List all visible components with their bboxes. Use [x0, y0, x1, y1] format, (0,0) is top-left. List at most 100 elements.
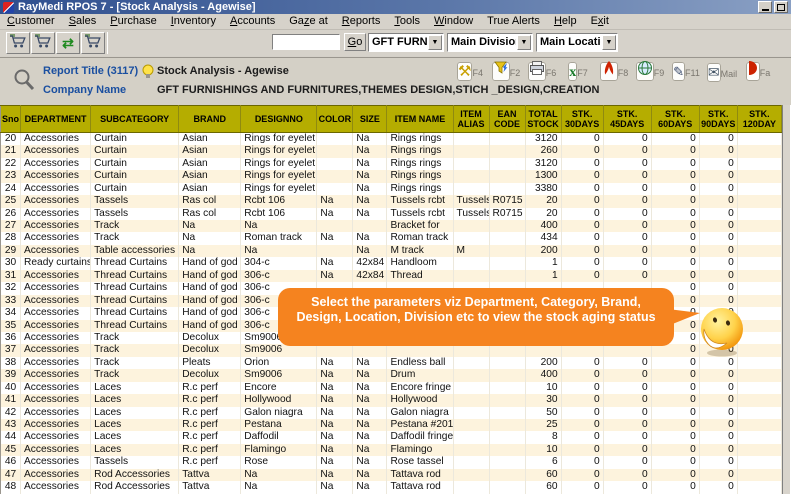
- go-button[interactable]: Go: [344, 33, 366, 51]
- table-row[interactable]: 30Ready curtainsThread CurtainsHand of g…: [1, 257, 782, 269]
- table-row[interactable]: 31AccessoriesThread CurtainsHand of god3…: [1, 270, 782, 282]
- cell-stk-60days: 0: [651, 133, 699, 146]
- menu-item-help[interactable]: Help: [547, 14, 584, 29]
- action-f8[interactable]: F8: [596, 60, 632, 104]
- column-header-stk-30days[interactable]: STK. 30DAYS: [561, 106, 603, 133]
- column-header-subcategory[interactable]: SUBCATEGORY: [91, 106, 179, 133]
- table-row[interactable]: 48AccessoriesRod AccessoriesTattvaNaNaNa…: [1, 481, 782, 493]
- table-row[interactable]: 40AccessoriesLacesR.c perfEncoreNaNaEnco…: [1, 382, 782, 394]
- column-header-stk-45days[interactable]: STK. 45DAYS: [603, 106, 651, 133]
- column-header-stk-90days[interactable]: STK. 90DAYS: [699, 106, 737, 133]
- minimize-button[interactable]: [758, 1, 772, 13]
- cell-total-stock: 3380: [525, 183, 561, 195]
- action-f11[interactable]: ✎F11: [668, 60, 704, 104]
- cell-designno: Orion: [241, 357, 317, 369]
- menu-item-accounts[interactable]: Accounts: [223, 14, 282, 29]
- table-row[interactable]: 28AccessoriesTrackNaRoman trackNaNaRoman…: [1, 232, 782, 244]
- company-select[interactable]: GFT FURNISHINGS▼: [368, 33, 444, 52]
- cell-sno: 35: [1, 320, 21, 332]
- menu-item-exit[interactable]: Exit: [584, 14, 616, 29]
- table-row[interactable]: 23AccessoriesCurtainAsianRings for eyele…: [1, 170, 782, 182]
- action-mail[interactable]: ✉Mail: [704, 60, 740, 104]
- table-row[interactable]: 25AccessoriesTasselsRas colRcbt 106NaNaT…: [1, 195, 782, 207]
- column-header-stk-120day[interactable]: STK. 120DAY: [737, 106, 781, 133]
- cell-total-stock: 60: [525, 481, 561, 493]
- menu-item-customer[interactable]: Customer: [0, 14, 62, 29]
- vertical-scrollbar[interactable]: [782, 105, 791, 494]
- table-row[interactable]: 43AccessoriesLacesR.c perfPestanaNaNaPes…: [1, 419, 782, 431]
- table-row[interactable]: 21AccessoriesCurtainAsianRings for eyele…: [1, 145, 782, 157]
- table-row[interactable]: 22AccessoriesCurtainAsianRings for eyele…: [1, 158, 782, 170]
- toolbar-button-4[interactable]: [81, 32, 105, 54]
- table-row[interactable]: 27AccessoriesTrackNaNaBracket for4000000: [1, 220, 782, 232]
- column-header-stk-60days[interactable]: STK. 60DAYS: [651, 106, 699, 133]
- table-row[interactable]: 41AccessoriesLacesR.c perfHollywoodNaNaH…: [1, 394, 782, 406]
- cell-item-name: Hollywood: [387, 394, 453, 406]
- column-header-ean-code[interactable]: EAN CODE: [489, 106, 525, 133]
- table-row[interactable]: 39AccessoriesTrackDecoluxSm9006NaNaDrum4…: [1, 369, 782, 381]
- menu-item-true-alerts[interactable]: True Alerts: [480, 14, 547, 29]
- chevron-down-icon[interactable]: ▼: [602, 35, 616, 50]
- cell-brand: R.c perf: [179, 407, 241, 419]
- table-row[interactable]: 26AccessoriesTasselsRas colRcbt 106NaNaT…: [1, 208, 782, 220]
- cell-sno: 40: [1, 382, 21, 394]
- cell-stk-60days: 0: [651, 232, 699, 244]
- table-row[interactable]: 42AccessoriesLacesR.c perfGalon niagraNa…: [1, 407, 782, 419]
- column-header-designno[interactable]: DESIGNNO: [241, 106, 317, 133]
- cell-subcategory: Tassels: [91, 195, 179, 207]
- menu-item-window[interactable]: Window: [427, 14, 480, 29]
- action-f2[interactable]: F2: [488, 60, 524, 104]
- column-header-brand[interactable]: BRAND: [179, 106, 241, 133]
- toolbar-button-1[interactable]: [6, 32, 30, 54]
- menu-item-inventory[interactable]: Inventory: [164, 14, 223, 29]
- column-header-sno[interactable]: Sno: [1, 106, 21, 133]
- column-header-item-name[interactable]: ITEM NAME: [387, 106, 453, 133]
- cell-size: 42x84: [353, 257, 387, 269]
- cell-size: Na: [353, 407, 387, 419]
- cell-total-stock: 1: [525, 270, 561, 282]
- search-input[interactable]: [272, 34, 340, 50]
- column-header-department[interactable]: DEPARTMENT: [21, 106, 91, 133]
- action-f7[interactable]: xF7: [560, 60, 596, 104]
- chevron-down-icon[interactable]: ▼: [428, 35, 442, 50]
- column-header-color[interactable]: COLOR: [317, 106, 353, 133]
- chevron-down-icon[interactable]: ▼: [517, 35, 531, 50]
- cell-stk-30days: 0: [561, 431, 603, 443]
- action-fa[interactable]: Fa: [740, 60, 776, 104]
- menu-item-tools[interactable]: Tools: [387, 14, 427, 29]
- cell-brand: Ras col: [179, 195, 241, 207]
- table-row[interactable]: 24AccessoriesCurtainAsianRings for eyele…: [1, 183, 782, 195]
- table-row[interactable]: 44AccessoriesLacesR.c perfDaffodilNaNaDa…: [1, 431, 782, 443]
- cell-sno: 37: [1, 344, 21, 356]
- column-header-size[interactable]: SIZE: [353, 106, 387, 133]
- cell-size: Na: [353, 158, 387, 170]
- cell-stk-90days: 0: [699, 369, 737, 381]
- cell-stk-60days: 0: [651, 369, 699, 381]
- action-f6[interactable]: F6: [524, 60, 560, 104]
- column-header-total-stock[interactable]: TOTAL STOCK: [525, 106, 561, 133]
- menu-item-purchase[interactable]: Purchase: [103, 14, 163, 29]
- table-row[interactable]: 47AccessoriesRod AccessoriesTattvaNaNaNa…: [1, 469, 782, 481]
- column-header-item-alias[interactable]: ITEM ALIAS: [453, 106, 489, 133]
- cell-designno: Pestana: [241, 419, 317, 431]
- menu-item-sales[interactable]: Sales: [62, 14, 104, 29]
- cell-subcategory: Curtain: [91, 170, 179, 182]
- cell-designno: Rcbt 106: [241, 195, 317, 207]
- toolbar-button-2[interactable]: [31, 32, 55, 54]
- division-select[interactable]: Main Division▼: [447, 33, 533, 52]
- cell-ean-code: [489, 382, 525, 394]
- toolbar-button-3[interactable]: ⇄: [56, 32, 80, 54]
- menu-item-reports[interactable]: Reports: [335, 14, 388, 29]
- table-row[interactable]: 29AccessoriesTable accessoriesNaNaNaM tr…: [1, 245, 782, 257]
- restore-button[interactable]: [774, 1, 788, 13]
- table-row[interactable]: 45AccessoriesLacesR.c perfFlamingoNaNaFl…: [1, 444, 782, 456]
- location-select[interactable]: Main Location▼: [536, 33, 618, 52]
- cell-subcategory: Rod Accessories: [91, 469, 179, 481]
- action-f4[interactable]: ⚒F4: [452, 60, 488, 104]
- table-row[interactable]: 46AccessoriesTasselsR.c perfRoseNaNaRose…: [1, 456, 782, 468]
- table-row[interactable]: 37AccessoriesTrackDecoluxSm900600: [1, 344, 782, 356]
- action-f9[interactable]: F9: [632, 60, 668, 104]
- table-row[interactable]: 20AccessoriesCurtainAsianRings for eyele…: [1, 133, 782, 146]
- menu-item-gaze-at[interactable]: Gaze at: [282, 14, 335, 29]
- table-row[interactable]: 38AccessoriesTrackPleatsOrionNaNaEndless…: [1, 357, 782, 369]
